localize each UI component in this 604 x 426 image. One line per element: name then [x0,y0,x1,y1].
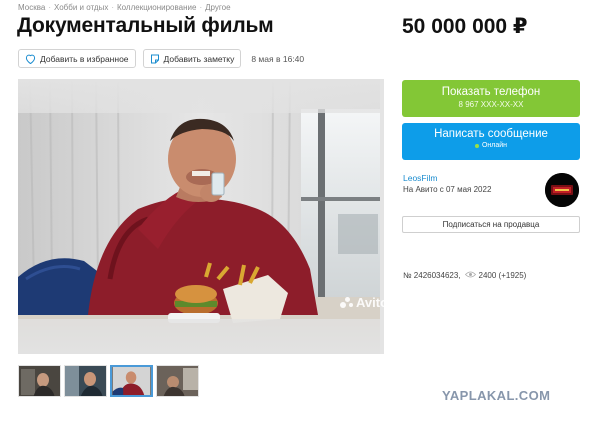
breadcrumb-item-subcategory[interactable]: Коллекционирование [117,3,196,12]
listing-title: Документальный фильм [17,14,274,37]
listing-actions: Добавить в избранное Добавить заметку 8 … [18,49,304,68]
online-dot-icon [474,143,479,148]
phone-number-masked: 8 967 XXX-XX-XX [458,100,524,109]
online-status-label: Онлайн [481,142,508,149]
seller-since: На Авито с 07 мая 2022 [403,185,492,194]
breadcrumb-item-city[interactable]: Москва [18,3,45,12]
subscribe-to-seller-button[interactable]: Подписаться на продавца [402,216,580,233]
site-watermark: YAPLAKAL.COM [442,388,551,403]
write-message-button[interactable]: Написать сообщение Онлайн [402,123,580,160]
avito-watermark-text: Avito [356,295,384,310]
avito-watermark: Avito [340,295,384,310]
photo-blur-top [18,79,384,113]
thumbnail-1[interactable] [18,365,61,397]
main-photo[interactable]: Avito [18,79,384,354]
view-count: 2400 (+1925) [464,271,527,280]
breadcrumb-separator: · [111,3,114,12]
show-phone-label: Показать телефон [441,86,541,98]
add-note-label: Добавить заметку [163,53,235,64]
photo-blur-bottom [18,319,384,354]
heart-icon [25,54,36,64]
breadcrumb-item-type[interactable]: Другое [205,3,230,12]
show-phone-button[interactable]: Показать телефон 8 967 XXX-XX-XX [402,80,580,117]
note-icon [150,54,160,64]
breadcrumb-separator: · [199,3,203,12]
avito-logo-icon [340,296,354,309]
add-to-favorites-button[interactable]: Добавить в избранное [18,49,136,68]
write-message-label: Написать сообщение [434,128,548,140]
breadcrumb: Москва · Хобби и отдых · Коллекционирова… [18,3,231,12]
listing-price: 50 000 000 ₽ [402,15,528,38]
seller-name-link[interactable]: LeosFilm [403,173,437,183]
listing-photo-image [18,79,384,354]
breadcrumb-separator: · [48,3,51,12]
thumbnail-2[interactable] [64,365,107,397]
breadcrumb-item-category[interactable]: Хобби и отдых [54,3,108,12]
photo-blur-right [380,79,384,354]
view-count-text: 2400 (+1925) [478,271,527,280]
listing-date: 8 мая в 16:40 [251,53,305,64]
listing-meta: № 2426034623, 2400 (+1925) [403,271,526,280]
photo-thumbnails [18,365,199,397]
ad-number: № 2426034623, [403,271,461,280]
eye-icon [464,271,476,280]
thumbnail-4[interactable] [156,365,199,397]
seller-avatar[interactable] [545,173,579,207]
add-to-favorites-label: Добавить в избранное [40,53,129,64]
add-note-button[interactable]: Добавить заметку [142,49,242,68]
online-status: Онлайн [402,142,580,149]
thumbnail-3-active[interactable] [110,365,153,397]
